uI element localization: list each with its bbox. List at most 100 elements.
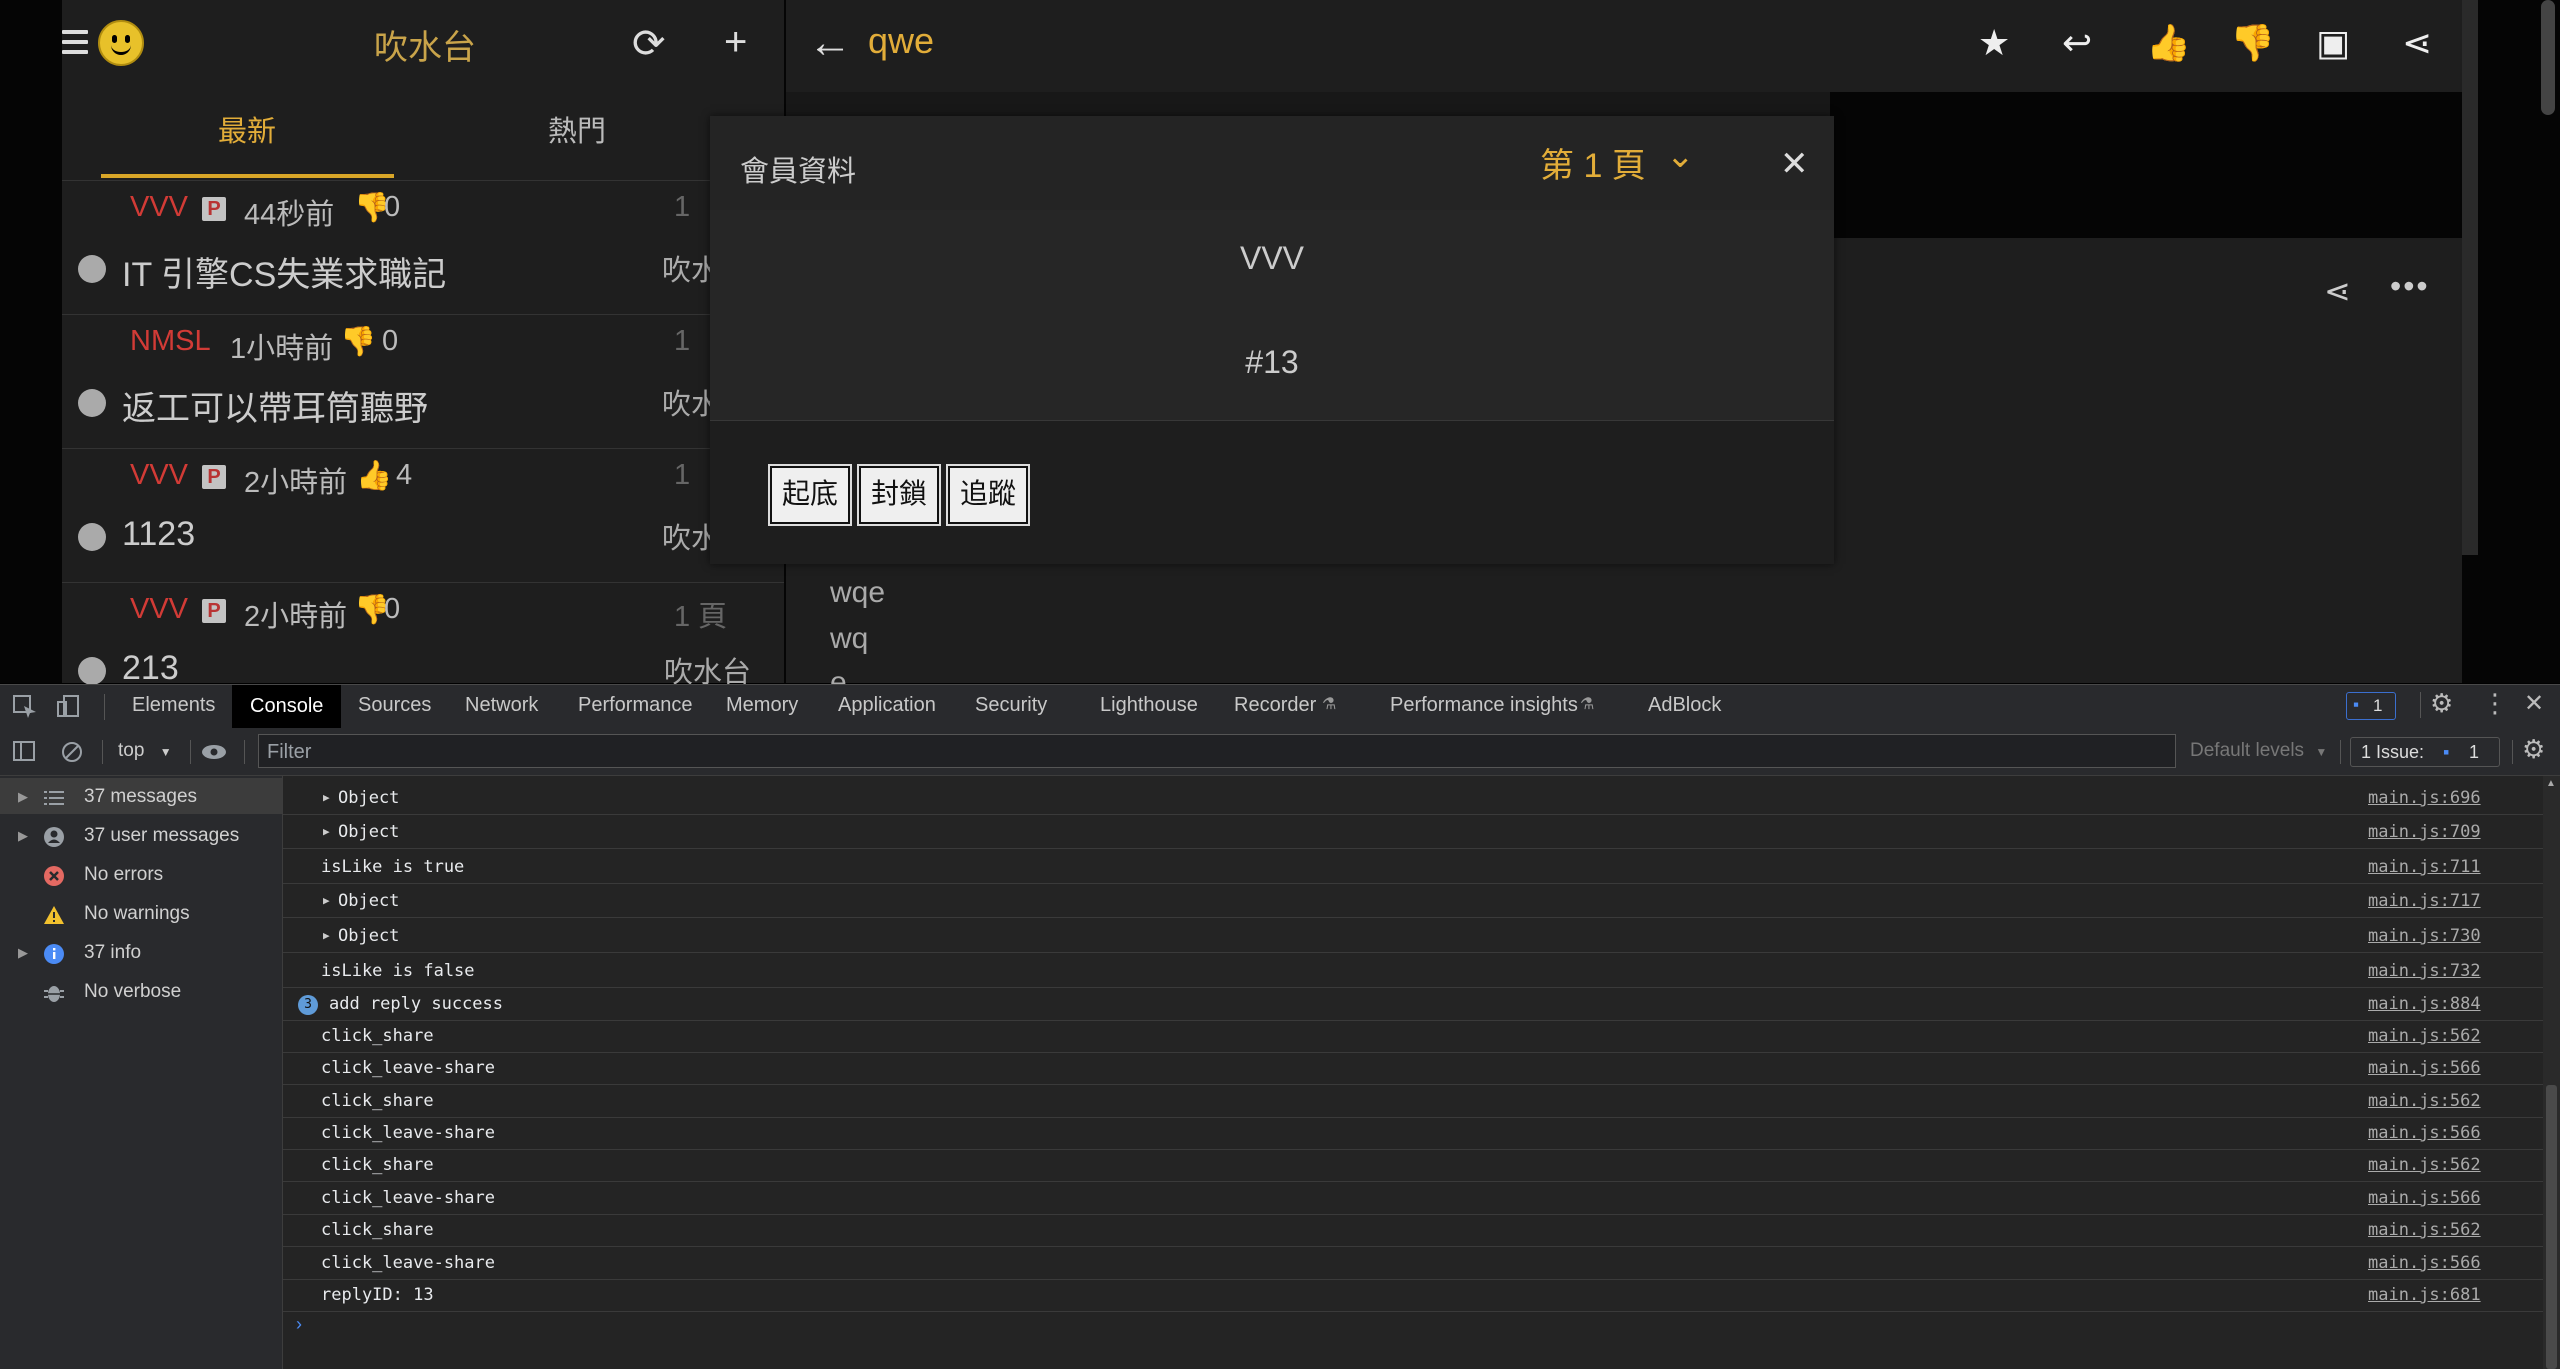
thread-item[interactable]: VVV P 44秒前 👎 0 1 IT 引擎CS失業求職記 吹水	[62, 181, 784, 315]
console-message[interactable]: click_share main.js:562	[283, 1214, 2543, 1247]
console-message[interactable]: isLike is false main.js:732	[283, 955, 2543, 988]
thumbs-up-icon[interactable]: 👍	[2146, 22, 2191, 64]
source-link[interactable]: main.js:562	[2368, 1020, 2481, 1052]
sidebar-item-user-messages[interactable]: ▶ 37 user messages	[0, 817, 282, 855]
back-arrow-icon[interactable]: ←	[808, 18, 852, 68]
context-selector[interactable]: top ▼	[118, 740, 172, 762]
expand-arrow-icon[interactable]: ▶	[323, 920, 330, 952]
refresh-icon[interactable]: ⟳	[632, 24, 666, 64]
device-toggle-icon[interactable]	[56, 694, 82, 720]
tab-elements[interactable]: Elements	[132, 694, 215, 717]
console-message[interactable]: ▶ Object main.js:709	[283, 816, 2543, 849]
source-link[interactable]: main.js:884	[2368, 988, 2481, 1020]
tab-application[interactable]: Application	[838, 694, 936, 717]
sidebar-item-verbose[interactable]: No verbose	[0, 973, 282, 1011]
dox-button[interactable]: 起底	[767, 464, 853, 526]
block-button[interactable]: 封鎖	[856, 464, 942, 526]
page-scrollbar-thumb[interactable]	[2541, 0, 2555, 115]
tab-performance[interactable]: Performance	[578, 694, 693, 717]
smiley-logo[interactable]	[98, 20, 144, 66]
console-message[interactable]: click_leave-share main.js:566	[283, 1052, 2543, 1085]
console-message[interactable]: click_leave-share main.js:566	[283, 1182, 2543, 1215]
board-title: 吹水台	[374, 29, 476, 67]
source-link[interactable]: main.js:709	[2368, 816, 2481, 848]
source-link[interactable]: main.js:566	[2368, 1052, 2481, 1084]
source-link[interactable]: main.js:717	[2368, 885, 2481, 917]
share-icon[interactable]: ⋖	[2324, 272, 2351, 310]
tab-performance-insights[interactable]: Performance insights	[1390, 694, 1578, 717]
sidebar-item-warnings[interactable]: No warnings	[0, 895, 282, 933]
console-message[interactable]: ▶ Object main.js:696	[283, 782, 2543, 815]
tab-memory[interactable]: Memory	[726, 694, 798, 717]
expand-arrow-icon[interactable]: ▶	[323, 885, 330, 917]
console-message[interactable]: ▶ Object main.js:730	[283, 920, 2543, 953]
tab-latest[interactable]: 最新	[102, 108, 392, 150]
tab-sources[interactable]: Sources	[358, 694, 431, 717]
tab-adblock[interactable]: AdBlock	[1648, 694, 1721, 717]
tab-lighthouse[interactable]: Lighthouse	[1100, 694, 1198, 717]
source-link[interactable]: main.js:711	[2368, 851, 2481, 883]
reply-icon[interactable]: ↩	[2062, 22, 2092, 64]
issues-button[interactable]: 1 Issue: ▪ 1	[2350, 737, 2500, 767]
close-icon[interactable]: ✕	[1780, 144, 1809, 184]
sidebar-toggle-icon[interactable]	[12, 740, 38, 764]
issues-counter[interactable]: ▪ 1	[2346, 692, 2396, 720]
source-link[interactable]: main.js:566	[2368, 1247, 2481, 1279]
more-vert-icon[interactable]: ⋮	[2482, 688, 2508, 719]
scroll-up-arrow-icon[interactable]: ▲	[2546, 778, 2556, 789]
star-icon[interactable]: ★	[1978, 22, 2010, 64]
thread-time: 2小時前	[244, 601, 348, 633]
console-prompt-icon[interactable]: ›	[296, 1314, 302, 1335]
sidebar-item-messages[interactable]: ▶ 37 messages	[0, 778, 282, 816]
console-message[interactable]: click_leave-share main.js:566	[283, 1247, 2543, 1280]
close-devtools-icon[interactable]: ✕	[2524, 689, 2544, 718]
sidebar-item-errors[interactable]: No errors	[0, 856, 282, 894]
console-settings-icon[interactable]: ⚙	[2522, 734, 2545, 765]
console-message[interactable]: click_leave-share main.js:566	[283, 1117, 2543, 1150]
console-message[interactable]: click_share main.js:562	[283, 1149, 2543, 1182]
thread-item[interactable]: VVV P 2小時前 👍 4 1 1123 吹水	[62, 449, 784, 583]
console-message[interactable]: click_share main.js:562	[283, 1020, 2543, 1053]
tab-network[interactable]: Network	[465, 694, 538, 717]
add-icon[interactable]: +	[724, 22, 747, 62]
app-scrollbar[interactable]	[2462, 0, 2478, 555]
source-link[interactable]: main.js:696	[2368, 782, 2481, 814]
settings-icon[interactable]: ⚙	[2430, 688, 2453, 719]
console-message[interactable]: replyID: 13 main.js:681	[283, 1279, 2543, 1312]
page-selector[interactable]: 第 1 頁	[1540, 138, 1646, 187]
source-link[interactable]: main.js:730	[2368, 920, 2481, 952]
dropdown-arrow-icon: ▼	[159, 745, 172, 759]
eye-icon[interactable]	[200, 742, 228, 762]
clear-console-icon[interactable]	[60, 740, 84, 764]
source-link[interactable]: main.js:566	[2368, 1117, 2481, 1149]
console-scrollbar-thumb[interactable]	[2546, 1085, 2557, 1369]
tab-hot[interactable]: 熱門	[432, 108, 722, 150]
source-link[interactable]: main.js:681	[2368, 1279, 2481, 1311]
tab-console[interactable]: Console	[232, 685, 342, 728]
source-link[interactable]: main.js:562	[2368, 1214, 2481, 1246]
more-icon[interactable]: •••	[2390, 268, 2430, 305]
tab-recorder[interactable]: Recorder	[1234, 694, 1316, 717]
expand-arrow-icon[interactable]: ▶	[323, 782, 330, 814]
source-link[interactable]: main.js:566	[2368, 1182, 2481, 1214]
expand-arrow-icon[interactable]: ▶	[323, 816, 330, 848]
share-icon[interactable]: ⋖	[2402, 22, 2432, 64]
follow-button[interactable]: 追蹤	[945, 464, 1031, 526]
console-message[interactable]: isLike is true main.js:711	[283, 851, 2543, 884]
chevron-down-icon[interactable]: ⌄	[1666, 136, 1695, 176]
thumbs-down-icon[interactable]: 👎	[2230, 22, 2275, 64]
console-message[interactable]: click_share main.js:562	[283, 1085, 2543, 1118]
source-link[interactable]: main.js:562	[2368, 1149, 2481, 1181]
console-message[interactable]: ▶ Object main.js:717	[283, 885, 2543, 918]
tab-security[interactable]: Security	[975, 694, 1047, 717]
sidebar-item-info[interactable]: ▶ 37 info	[0, 934, 282, 972]
source-link[interactable]: main.js:562	[2368, 1085, 2481, 1117]
inspect-icon[interactable]	[12, 694, 38, 720]
source-link[interactable]: main.js:732	[2368, 955, 2481, 987]
menu-icon[interactable]	[62, 30, 88, 56]
log-level-selector[interactable]: Default levels ▼	[2190, 740, 2327, 762]
console-message[interactable]: 3 add reply success main.js:884	[283, 988, 2543, 1021]
images-icon[interactable]: ▣	[2316, 22, 2350, 64]
thread-item[interactable]: NMSL 1小時前 👎 0 1 返工可以帶耳筒聽野 吹水	[62, 315, 784, 449]
filter-input[interactable]: Filter	[258, 734, 2176, 768]
